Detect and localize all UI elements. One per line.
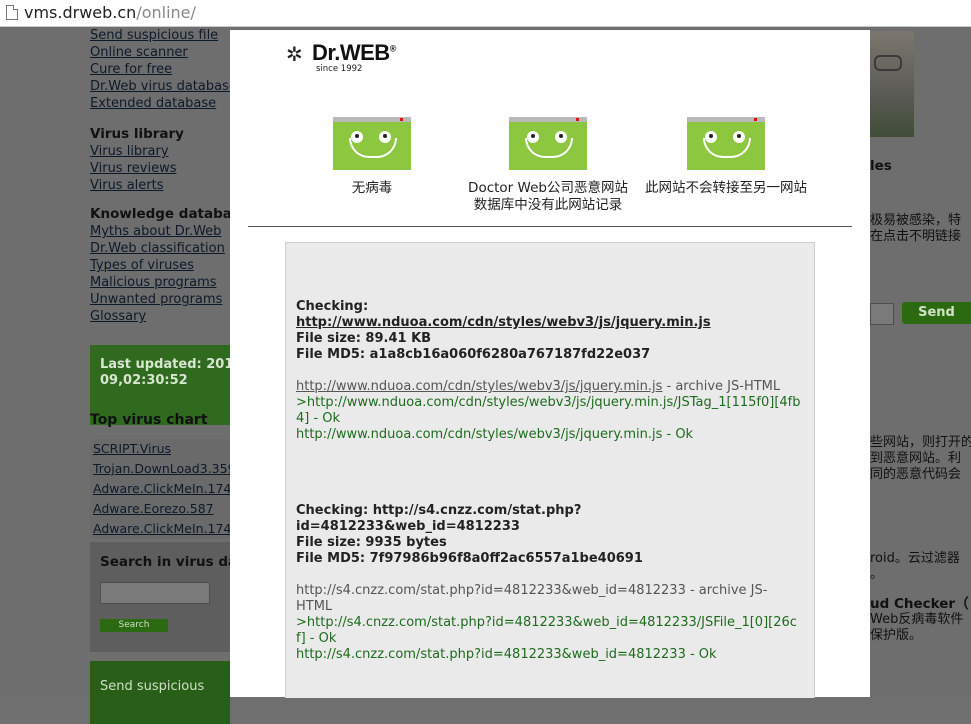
- smiley-icon: [333, 117, 411, 170]
- scan-line-ok: http://www.nduoa.com/cdn/styles/webv3/js…: [296, 427, 694, 442]
- right-text: 。: [870, 567, 884, 582]
- nav-virus-library[interactable]: Virus library: [90, 143, 230, 160]
- status-label: 无病毒: [351, 180, 393, 196]
- nav-myths[interactable]: Myths about Dr.Web: [90, 223, 230, 240]
- scan-report: Checking: http://www.nduoa.com/cdn/style…: [285, 242, 815, 698]
- scan-lines: http://www.nduoa.com/cdn/styles/webv3/js…: [296, 379, 801, 443]
- nav-glossary[interactable]: Glossary: [90, 308, 230, 325]
- left-navigation: Send suspicious file Online scanner Cure…: [90, 27, 230, 325]
- promo-photo: [870, 31, 914, 137]
- page-icon: [6, 5, 18, 20]
- nav-online-scanner[interactable]: Online scanner: [90, 44, 230, 61]
- file-size: File size: 89.41 KB: [296, 331, 432, 346]
- right-heading: les: [870, 158, 892, 174]
- scan-line-ok: >http://s4.cnzz.com/stat.php?id=4812233&…: [296, 615, 797, 646]
- url-path: /online/: [136, 3, 196, 22]
- spider-icon: ✲: [286, 42, 303, 66]
- nav-unwanted-programs[interactable]: Unwanted programs: [90, 291, 230, 308]
- scan-result-dialog: ✲ Dr.WEB® since 1992 无病毒 Doctor Web公司恶意网…: [230, 30, 870, 698]
- list-item[interactable]: Trojan.DownLoad3.359: [90, 459, 230, 479]
- nav-virus-alerts[interactable]: Virus alerts: [90, 177, 230, 194]
- right-text: 在点击不明链接: [870, 229, 962, 244]
- list-item[interactable]: Adware.ClickMeIn.1746: [90, 479, 230, 499]
- divider: [248, 226, 852, 227]
- status-label: 此网站不会转接至另一网站: [645, 180, 807, 196]
- send-suspicious-box[interactable]: Send suspicious: [90, 661, 230, 724]
- nav-extended-database[interactable]: Extended database: [90, 95, 230, 112]
- file-md5: File MD5: 7f97986b96f8a0ff2ac6557a1be406…: [296, 551, 643, 566]
- right-text: roid。云过滤器: [870, 551, 960, 566]
- top-virus-chart-list: SCRIPT.Virus Trojan.DownLoad3.359 Adware…: [90, 439, 230, 539]
- logo-text: Dr.WEB®: [312, 40, 396, 65]
- right-text: 同的恶意代码会: [870, 467, 962, 482]
- archive-note: http://s4.cnzz.com/stat.php?id=4812233&w…: [296, 583, 768, 614]
- knowledge-heading: Knowledge database: [90, 206, 230, 222]
- nav-malicious-programs[interactable]: Malicious programs: [90, 274, 230, 291]
- url-check-input[interactable]: [870, 303, 894, 325]
- virus-search-input[interactable]: [100, 582, 210, 604]
- logo-since: since 1992: [316, 64, 363, 74]
- checking-label: Checking:: [296, 299, 369, 314]
- file-md5: File MD5: a1a8cb16a060f6280a767187fd22e0…: [296, 347, 651, 362]
- report-entry: Checking: http://s4.cnzz.com/stat.php?id…: [296, 503, 801, 663]
- virus-search-box: Search in virus database Search: [90, 542, 289, 652]
- report-entry: Checking: http://www.nduoa.com/cdn/style…: [296, 299, 801, 443]
- send-suspicious-label: Send suspicious: [100, 679, 205, 694]
- nav-send-suspicious-file[interactable]: Send suspicious file: [90, 27, 230, 44]
- virus-library-heading: Virus library: [90, 126, 184, 142]
- last-updated-value: 09,02:30:52: [100, 373, 188, 388]
- scanned-url-link[interactable]: http://www.nduoa.com/cdn/styles/webv3/js…: [296, 379, 662, 394]
- top-virus-chart-heading: Top virus chart: [90, 412, 208, 428]
- status-label: Doctor Web公司恶意网站 数据库中没有此网站记录: [468, 180, 628, 213]
- url-host: vms.drweb.cn: [24, 3, 137, 22]
- scan-line-ok: http://s4.cnzz.com/stat.php?id=4812233&w…: [296, 647, 717, 662]
- status-no-redirect: 此网站不会转接至另一网站: [636, 117, 816, 197]
- nav-virus-databases[interactable]: Dr.Web virus databases: [90, 78, 230, 95]
- address-bar[interactable]: vms.drweb.cn/online/: [0, 0, 971, 27]
- list-item[interactable]: Adware.ClickMeIn.1744: [90, 519, 230, 539]
- send-button[interactable]: Send: [902, 302, 971, 324]
- last-updated-label: Last updated: 201: [100, 357, 234, 372]
- scan-line-ok: >http://www.nduoa.com/cdn/styles/webv3/j…: [296, 395, 801, 426]
- search-button[interactable]: Search: [100, 619, 168, 632]
- status-no-virus: 无病毒: [282, 117, 462, 197]
- nav-virus-reviews[interactable]: Virus reviews: [90, 160, 230, 177]
- list-item[interactable]: Adware.Eorezo.587: [90, 499, 230, 519]
- url-text[interactable]: vms.drweb.cn/online/: [24, 3, 196, 22]
- checked-url-link[interactable]: http://www.nduoa.com/cdn/styles/webv3/js…: [296, 315, 711, 330]
- nav-classification[interactable]: Dr.Web classification: [90, 240, 230, 257]
- smiley-icon: [509, 117, 587, 170]
- nav-types-of-viruses[interactable]: Types of viruses: [90, 257, 230, 274]
- right-text: 保护版。: [870, 628, 923, 643]
- file-size: File size: 9935 bytes: [296, 535, 447, 550]
- nav-cure-for-free[interactable]: Cure for free: [90, 61, 230, 78]
- list-item[interactable]: SCRIPT.Virus: [90, 439, 230, 459]
- checking-label: Checking: http://s4.cnzz.com/stat.php?id…: [296, 503, 582, 534]
- smiley-icon: [687, 117, 765, 170]
- status-not-in-malicious-db: Doctor Web公司恶意网站 数据库中没有此网站记录: [458, 117, 638, 214]
- archive-note: - archive JS-HTML: [662, 379, 781, 394]
- scan-lines: http://s4.cnzz.com/stat.php?id=4812233&w…: [296, 583, 801, 663]
